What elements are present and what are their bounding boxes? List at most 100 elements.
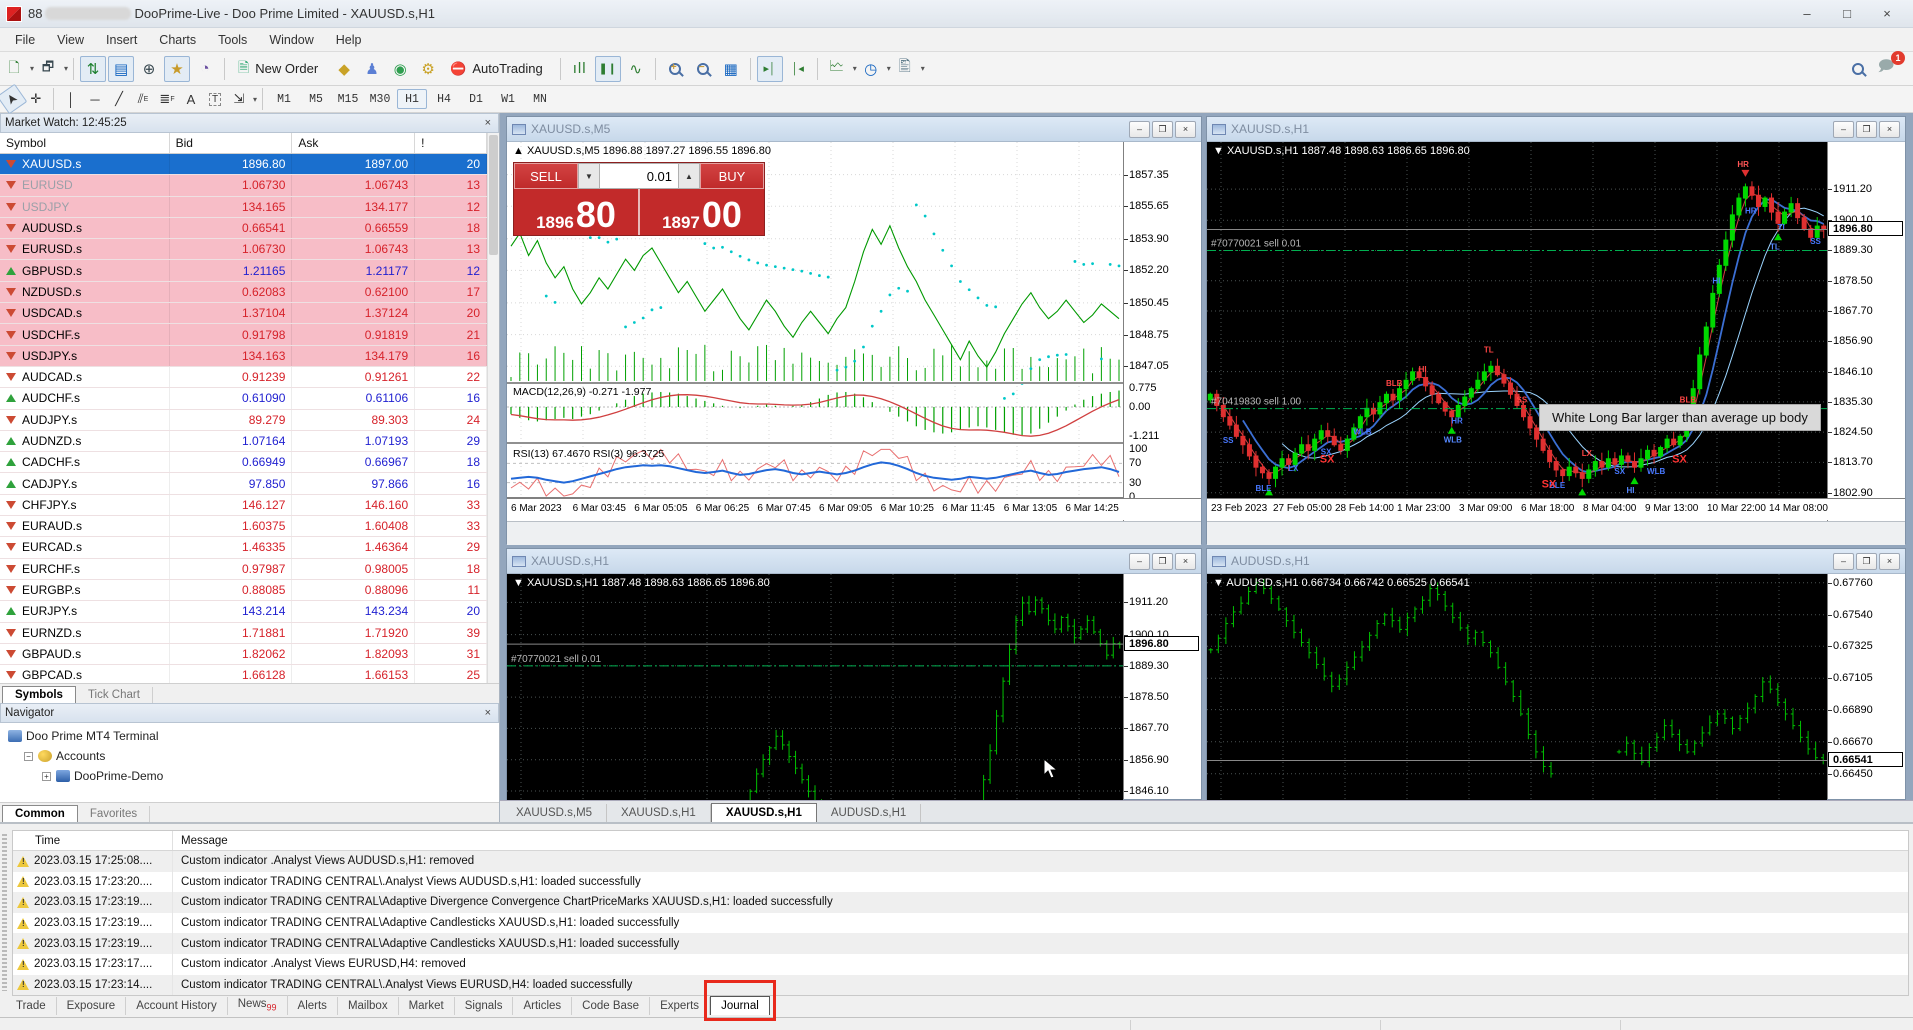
column-header-symbol[interactable]: Symbol [0,133,170,153]
chart-canvas-audusd-h1[interactable]: ▼ AUDUSD.s,H1 0.66734 0.66742 0.66525 0.… [1207,574,1905,799]
terminal-tab-exposure[interactable]: Exposure [57,997,127,1015]
market-watch-row-eurcad.s[interactable]: EURCAD.s1.463351.4636429 [0,537,487,558]
chart-canvas-xauusd-h1[interactable]: ▼ XAUUSD.s,H1 1887.48 1898.63 1886.65 18… [1207,142,1905,543]
terminal-tab-code-base[interactable]: Code Base [572,997,650,1015]
terminal-toggle[interactable]: ★ [164,56,190,82]
zoom-in-button[interactable]: + [662,56,688,82]
chart-scrollbar-strip[interactable] [1207,521,1905,545]
market-watch-row-usdjpy[interactable]: USDJPY134.165134.17712 [0,197,487,218]
terminal-tab-signals[interactable]: Signals [455,997,514,1015]
price-scale[interactable]: 1857.351855.651853.901852.201850.451848.… [1123,142,1201,543]
market-watch-scrollbar[interactable] [487,133,499,683]
equidistant-channel-tool[interactable]: ⫽E [132,88,154,110]
signals-button[interactable]: ◉ [387,56,413,82]
trendline-tool[interactable]: ╱ [108,88,130,110]
terminal-tab-articles[interactable]: Articles [513,997,572,1015]
one-click-toggle-icon[interactable]: ▼ [1213,577,1224,589]
collapse-icon[interactable]: − [24,752,33,761]
tab-symbols[interactable]: Symbols [2,686,76,703]
timeframe-mn[interactable]: MN [525,89,555,109]
chart-minimize-button[interactable]: – [1129,553,1150,570]
chart-minimize-button[interactable]: – [1129,121,1150,138]
journal-row[interactable]: 2023.03.15 17:23:19....Custom indicator … [13,892,1908,913]
profiles-button[interactable]: 🗗 [35,56,61,82]
zoom-out-button[interactable]: − [690,56,716,82]
strategy-tester-toggle[interactable]: ◔ [192,56,218,82]
terminal-tab-mailbox[interactable]: Mailbox [338,997,399,1015]
timeframe-m5[interactable]: M5 [301,89,331,109]
chart-restore-button[interactable]: ❐ [1152,121,1173,138]
tree-item-accounts[interactable]: −Accounts [2,746,497,766]
journal-row[interactable]: 2023.03.15 17:23:19....Custom indicator … [13,933,1908,954]
metaeditor-button[interactable]: ◆ [331,56,357,82]
chart-canvas-xauusd-h1-2[interactable]: ▼ XAUUSD.s,H1 1887.48 1898.63 1886.65 18… [507,574,1201,799]
tab-favorites[interactable]: Favorites [78,806,150,822]
terminal-grip[interactable] [2,832,7,991]
expert-advisors-button[interactable]: ♟ [359,56,385,82]
market-watch-row-usdchf.s[interactable]: USDCHF.s0.917980.9181921 [0,324,487,345]
chart-close-button[interactable]: × [1879,553,1900,570]
chart-canvas-xauusd-m5[interactable]: ▲ XAUUSD.s,M5 1896.88 1897.27 1896.55 18… [507,142,1201,543]
market-watch-row-audusd.s[interactable]: AUDUSD.s0.665410.6655918 [0,218,487,239]
chart-window-title-bar[interactable]: AUDUSD.s,H1 –❐× [1207,549,1905,574]
chart-window-audusd-h1[interactable]: AUDUSD.s,H1 –❐× ▼ AUDUSD.s,H1 0.66734 0.… [1206,548,1906,800]
new-order-button[interactable]: 🗎New Order [231,56,329,82]
chart-window-title-bar[interactable]: XAUUSD.s,M5 –❐× [507,117,1201,142]
chart-scrollbar-strip[interactable] [507,521,1201,545]
tree-item-doo-prime-mt4-terminal[interactable]: Doo Prime MT4 Terminal [2,726,497,746]
one-click-toggle-icon[interactable]: ▼ [513,577,524,589]
chart-close-button[interactable]: × [1175,553,1196,570]
price-scale[interactable]: 1911.201900.101889.301878.501867.701856.… [1827,142,1905,543]
timeframe-m30[interactable]: M30 [365,89,395,109]
arrows-tool[interactable]: ⇲ [228,88,250,110]
periods-menu[interactable]: ◷ [858,56,884,82]
text-tool[interactable]: A [180,88,202,110]
crosshair-tool[interactable]: ✛ [25,88,47,110]
sell-button[interactable]: SELL [514,163,578,189]
volume-increase-button[interactable]: ▲ [678,163,700,189]
market-watch-row-xauusd.s[interactable]: XAUUSD.s1896.801897.0020 [0,154,487,175]
chart-close-button[interactable]: × [1175,121,1196,138]
new-chart-button[interactable]: 🗋 [1,56,27,82]
market-watch-row-gbpusd.s[interactable]: GBPUSD.s1.211651.2117712 [0,260,487,281]
one-click-toggle-icon[interactable]: ▼ [1213,145,1224,157]
text-label-tool[interactable]: T [204,88,226,110]
close-icon[interactable]: × [482,117,494,129]
templates-menu[interactable]: 🖺 [892,56,918,82]
close-button[interactable]: × [1867,2,1907,26]
buy-button[interactable]: BUY [700,163,764,189]
close-icon[interactable]: × [482,707,494,719]
chart-tab-1[interactable]: XAUUSD.s,H1 [607,804,711,822]
notifications-icon[interactable]: 🗩1 [1873,56,1899,82]
chart-tab-0[interactable]: XAUUSD.s,M5 [502,804,607,822]
column-header-ask[interactable]: Ask [292,133,415,153]
periods-menu-dropdown[interactable]: ▾ [887,64,891,73]
menu-item-help[interactable]: Help [325,30,373,50]
menu-item-insert[interactable]: Insert [95,30,148,50]
chart-window-xauusd-h1-bottom[interactable]: XAUUSD.s,H1 –❐× ▼ XAUUSD.s,H1 1887.48 18… [506,548,1202,800]
timeframe-h4[interactable]: H4 [429,89,459,109]
market-watch-row-audcad.s[interactable]: AUDCAD.s0.912390.9126122 [0,367,487,388]
timeframe-h1[interactable]: H1 [397,89,427,109]
market-watch-row-eurgbp.s[interactable]: EURGBP.s0.880850.8809611 [0,580,487,601]
fibonacci-tool[interactable]: ≣F [156,88,178,110]
market-watch-row-usdjpy.s[interactable]: USDJPY.s134.163134.17916 [0,346,487,367]
chart-restore-button[interactable]: ❐ [1856,553,1877,570]
market-watch-row-nzdusd.s[interactable]: NZDUSD.s0.620830.6210017 [0,282,487,303]
tree-item-dooprime-demo[interactable]: +DooPrime-Demo [2,766,497,786]
terminal-tab-experts[interactable]: Experts [650,997,710,1015]
timeframe-d1[interactable]: D1 [461,89,491,109]
volume-decrease-button[interactable]: ▼ [578,163,600,189]
column-header-message[interactable]: Message [173,835,228,847]
timeframe-w1[interactable]: W1 [493,89,523,109]
expand-icon[interactable]: + [42,772,51,781]
bar-chart-button[interactable]: ıll [567,56,593,82]
terminal-tab-account-history[interactable]: Account History [126,997,228,1015]
terminal-tab-trade[interactable]: Trade [6,997,57,1015]
chart-shift-toggle[interactable]: │◂ [785,56,811,82]
volume-input[interactable]: 0.01 [600,163,678,189]
minimize-button[interactable]: – [1787,2,1827,26]
horizontal-line-tool[interactable]: ─ [84,88,106,110]
market-watch-row-eurusd.s[interactable]: EURUSD.s1.067301.0674313 [0,239,487,260]
market-watch-row-cadchf.s[interactable]: CADCHF.s0.669490.6696718 [0,452,487,473]
